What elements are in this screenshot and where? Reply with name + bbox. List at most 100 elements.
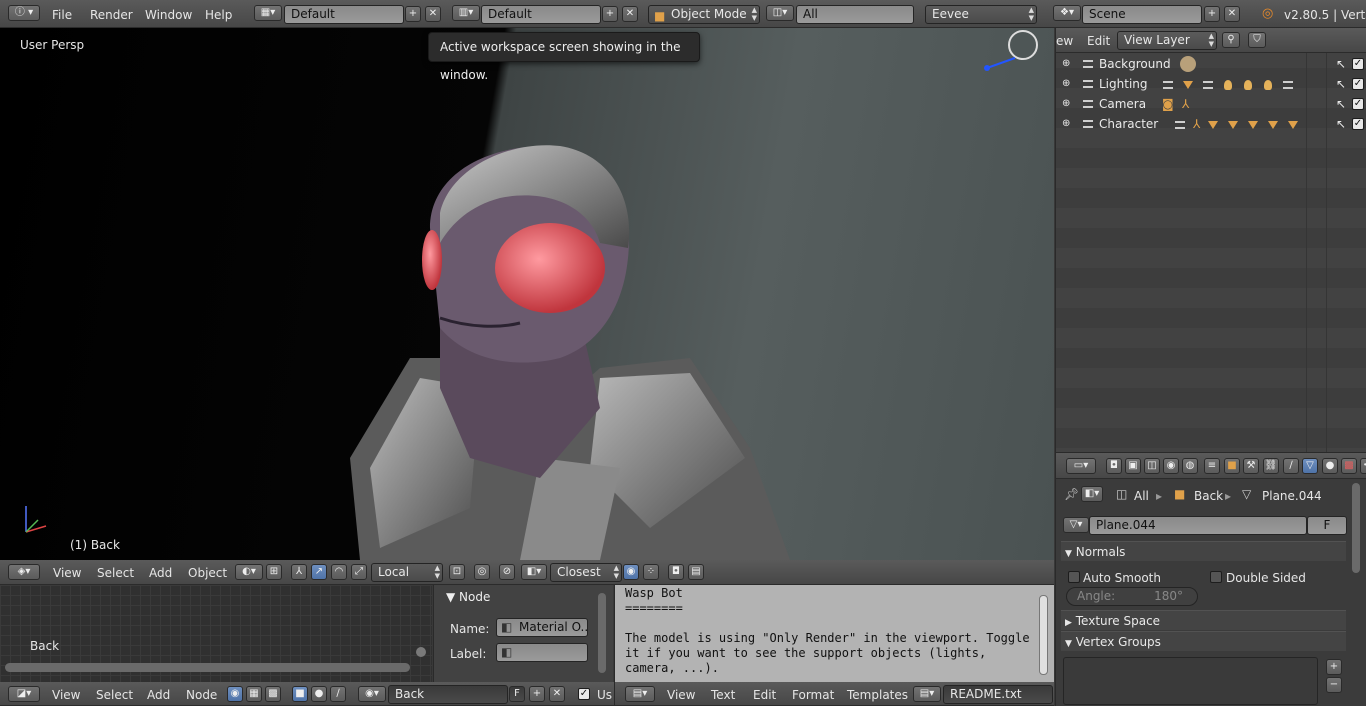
workspace-icon[interactable]: ▦▾ xyxy=(254,5,282,21)
viewport-3d[interactable]: User Persp (1) Back Active workspace scr… xyxy=(0,28,1054,560)
text-menu-templates[interactable]: Templates xyxy=(847,687,908,703)
visibility-checkbox[interactable]: ✓ xyxy=(1352,58,1364,70)
proportional-edit-icon[interactable]: ⊡ xyxy=(449,564,465,580)
workspace-field[interactable]: Default xyxy=(284,5,404,24)
remove-vertex-group-icon[interactable]: − xyxy=(1326,677,1342,693)
mesh-name-field[interactable]: Plane.044 xyxy=(1089,516,1307,535)
mesh-fake-user-button[interactable]: F xyxy=(1307,516,1347,535)
collection-row-camera[interactable]: ⊕ Camera ◙ ⅄ ↖ ✓ xyxy=(1058,94,1366,114)
scene-icon[interactable]: ❖▾ xyxy=(1053,5,1081,21)
text-browse-icon[interactable]: ▤▾ xyxy=(913,686,941,702)
normals-panel-header[interactable]: ▼ Normals xyxy=(1061,541,1346,561)
tab-render-icon[interactable]: ◘ xyxy=(1106,458,1122,474)
render-anim-icon[interactable]: ▤ xyxy=(688,564,704,580)
expand-icon[interactable]: ⊕ xyxy=(1062,94,1070,114)
viewport-menu-view[interactable]: View xyxy=(53,565,81,581)
close-screen-icon[interactable]: ✕ xyxy=(622,6,638,22)
menu-file[interactable]: File xyxy=(52,7,72,23)
restrict-select-icon[interactable]: ↖ xyxy=(1336,114,1346,134)
collection-row-background[interactable]: ⊕ Background ↖ ✓ xyxy=(1058,54,1366,74)
tab-texture-icon[interactable]: ▩ xyxy=(1341,458,1357,474)
rotate-gizmo-icon[interactable]: ◠ xyxy=(331,564,347,580)
tab-object-icon[interactable]: ■ xyxy=(1224,458,1240,474)
close-workspace-icon[interactable]: ✕ xyxy=(425,6,441,22)
double-sided-checkbox[interactable] xyxy=(1210,571,1222,583)
material-browse-icon[interactable]: ◉▾ xyxy=(358,686,386,702)
tab-scene-icon[interactable]: ◉ xyxy=(1163,458,1179,474)
snap-dropdown[interactable]: Closest ▲ ▼ xyxy=(550,563,622,582)
tab-mesh-data-icon[interactable]: ▽ xyxy=(1302,458,1318,474)
restrict-select-icon[interactable]: ↖ xyxy=(1336,74,1346,94)
mode-dropdown[interactable]: ■ Object Mode ▲ ▼ xyxy=(648,5,760,24)
node-menu-add[interactable]: Add xyxy=(147,687,170,703)
vertex-groups-list[interactable] xyxy=(1063,657,1318,705)
pivot-dropdown[interactable]: Local ▲ ▼ xyxy=(371,563,443,582)
menu-render[interactable]: Render xyxy=(90,7,133,23)
texture-space-panel-header[interactable]: ▶ Texture Space xyxy=(1061,610,1346,630)
text-menu-format[interactable]: Format xyxy=(792,687,834,703)
properties-scrollbar[interactable] xyxy=(1352,483,1360,573)
viewport-menu-add[interactable]: Add xyxy=(149,565,172,581)
tab-modifier-icon[interactable]: ⚒ xyxy=(1243,458,1259,474)
tab-view-layer-icon[interactable]: ◫ xyxy=(1144,458,1160,474)
tab-material-icon[interactable]: ● xyxy=(1322,458,1338,474)
breadcrumb-context-icon[interactable]: ◧▾ xyxy=(1081,486,1103,502)
add-workspace-icon[interactable]: + xyxy=(405,6,421,22)
node-editor[interactable]: Back xyxy=(0,585,432,682)
node-editor-vscroll-dot[interactable] xyxy=(416,647,426,657)
expand-icon[interactable]: ⊕ xyxy=(1062,114,1070,134)
mesh-browse-icon[interactable]: ▽▾ xyxy=(1063,517,1089,533)
overlay-icon[interactable]: ⊞ xyxy=(266,564,282,580)
menu-help[interactable]: Help xyxy=(205,7,232,23)
outliner-menu-edit[interactable]: Edit xyxy=(1087,33,1110,49)
collection-row-lighting[interactable]: ⊕ Lighting ↖ ✓ xyxy=(1058,74,1366,94)
world-shader-icon[interactable]: ● xyxy=(311,686,327,702)
menu-window[interactable]: Window xyxy=(145,7,192,23)
expand-icon[interactable]: ⊕ xyxy=(1062,74,1070,94)
text-editor[interactable]: Wasp Bot ======== The model is using "On… xyxy=(614,585,1054,682)
text-menu-view[interactable]: View xyxy=(667,687,695,703)
object-shader-icon[interactable]: ■ xyxy=(292,686,308,702)
new-material-icon[interactable]: + xyxy=(529,686,545,702)
outliner-filter-icon[interactable]: ⛉ xyxy=(1248,32,1266,48)
transform-gizmo-icon[interactable]: ⅄ xyxy=(291,564,307,580)
close-scene-icon[interactable]: ✕ xyxy=(1224,6,1240,22)
render-icon[interactable]: ◘ xyxy=(668,564,684,580)
tab-constraint-icon[interactable]: ⛓ xyxy=(1263,458,1279,474)
visibility-checkbox[interactable]: ✓ xyxy=(1352,98,1364,110)
snap-target-icon[interactable]: ⊘ xyxy=(499,564,515,580)
visibility-checkbox[interactable]: ✓ xyxy=(1352,78,1364,90)
node-editor-type-icon[interactable]: ◪▾ xyxy=(8,686,40,702)
shader-node-icon[interactable]: ◉ xyxy=(227,686,243,702)
add-screen-icon[interactable]: + xyxy=(602,6,618,22)
viewport-menu-select[interactable]: Select xyxy=(97,565,134,581)
layer-field[interactable]: All xyxy=(796,5,914,24)
node-menu-node[interactable]: Node xyxy=(186,687,217,703)
snap-toggle-icon[interactable]: ◉ xyxy=(623,564,639,580)
node-editor-hscroll[interactable] xyxy=(5,663,410,672)
use-nodes-checkbox[interactable]: ✓ xyxy=(578,688,590,700)
add-vertex-group-icon[interactable]: + xyxy=(1326,659,1342,675)
scale-gizmo-icon[interactable]: ⤢ xyxy=(351,564,367,580)
editor-type-icon[interactable]: ◈▾ xyxy=(8,564,40,580)
outliner-search-icon[interactable]: ⚲ xyxy=(1222,32,1240,48)
node-panel-header[interactable]: ▼ Node xyxy=(446,590,490,604)
linestyle-icon[interactable]: ∕ xyxy=(330,686,346,702)
pin-icon[interactable]: 📌︎ xyxy=(1064,487,1079,501)
restrict-select-icon[interactable]: ↖ xyxy=(1336,54,1346,74)
screen-layout-icon[interactable]: ▥▾ xyxy=(452,5,480,21)
properties-editor[interactable]: ▭▾ ◘ ▣ ◫ ◉ ◍ ≡ ■ ⚒ ⛓ ∕ ▽ ● ▩ ✣ 📌︎ ◧▾ ◫ A… xyxy=(1055,452,1366,706)
texture-node-icon[interactable]: ▩ xyxy=(265,686,281,702)
scene-field[interactable]: Scene xyxy=(1082,5,1202,24)
node-label-field[interactable]: ◧ xyxy=(496,643,588,662)
tab-collection-icon[interactable]: ≡ xyxy=(1204,458,1220,474)
tab-world-icon[interactable]: ◍ xyxy=(1182,458,1198,474)
viewport-shading-icon[interactable]: ◐▾ xyxy=(235,564,263,580)
snap-icon[interactable]: ◎ xyxy=(474,564,490,580)
unlink-material-icon[interactable]: ✕ xyxy=(549,686,565,702)
screen-field[interactable]: Default xyxy=(481,5,601,24)
text-menu-text[interactable]: Text xyxy=(711,687,735,703)
node-sidebar-scroll[interactable] xyxy=(598,593,606,673)
view-layer-dropdown[interactable]: View Layer ▲ ▼ xyxy=(1117,31,1217,50)
viewport-menu-object[interactable]: Object xyxy=(188,565,227,581)
